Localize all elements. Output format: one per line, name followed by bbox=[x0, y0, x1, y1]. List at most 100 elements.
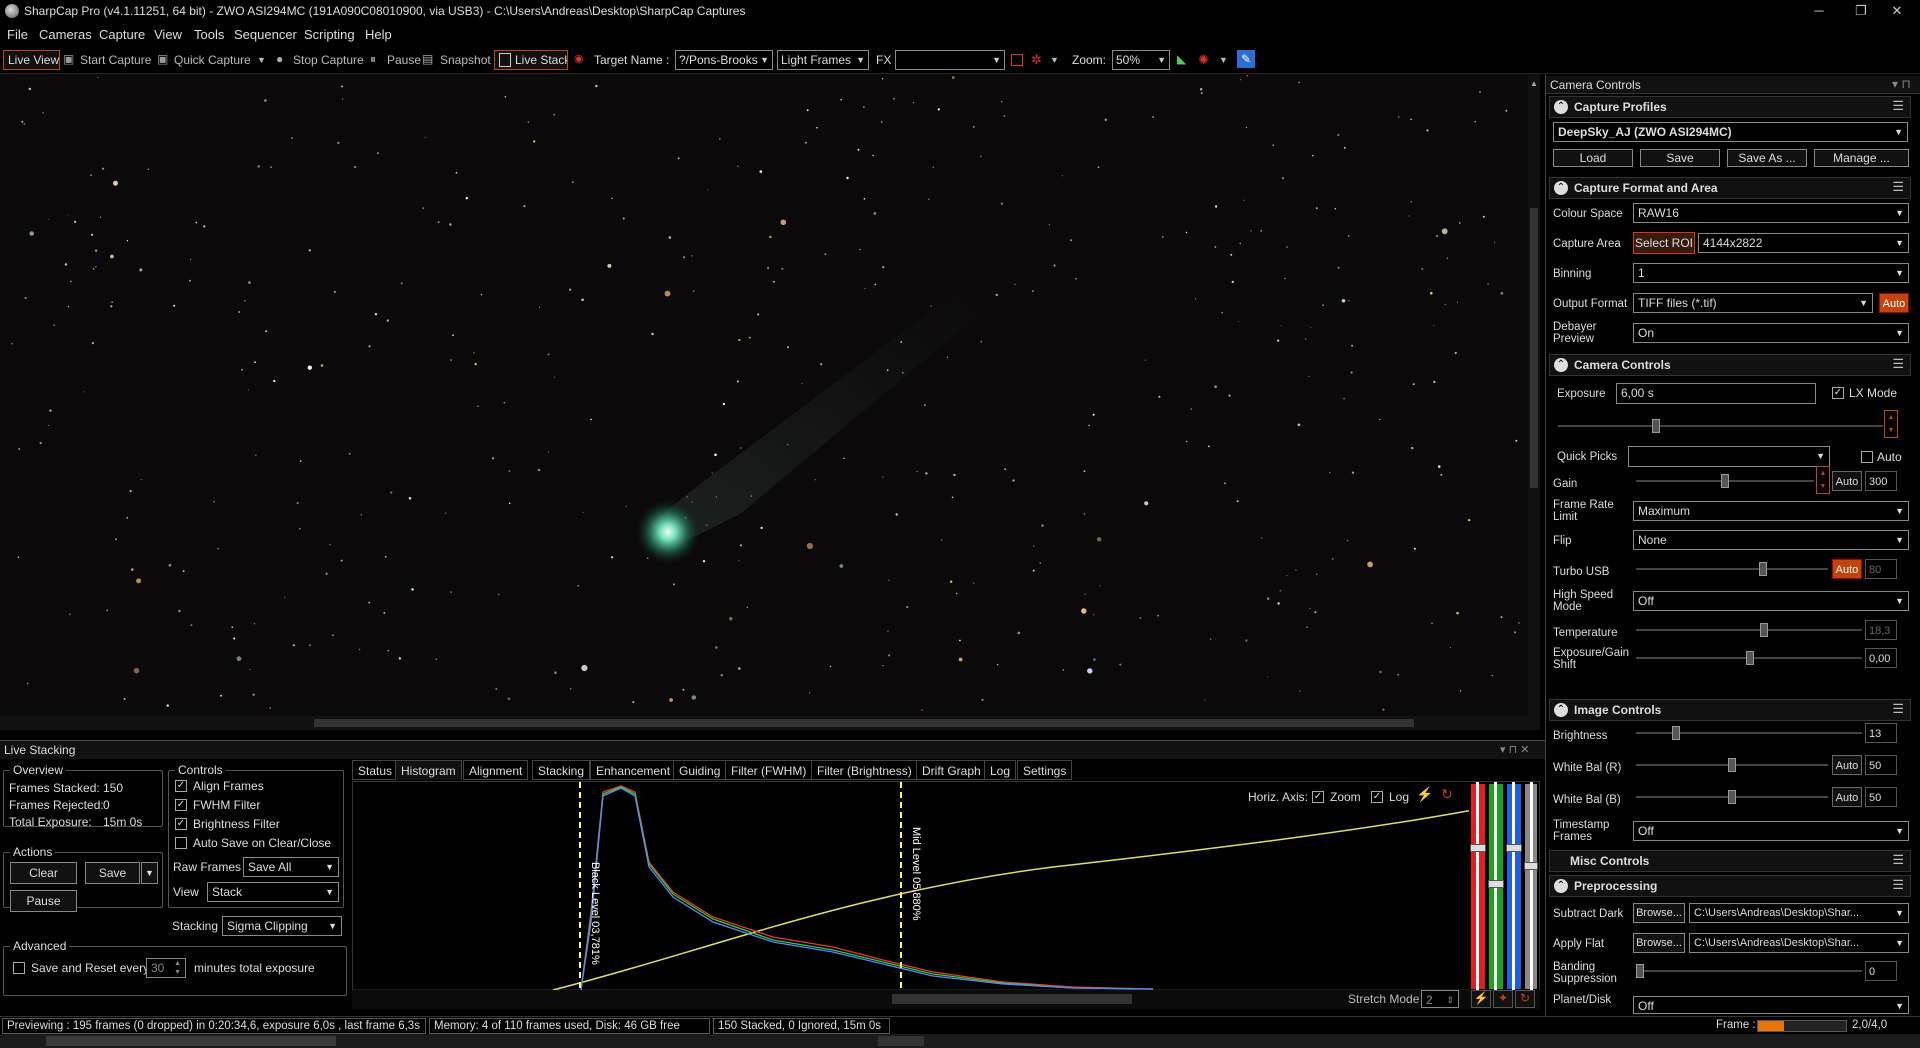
gain-stepper-icon[interactable]: ▲ ▼ bbox=[1816, 466, 1830, 494]
hamburger-menu-icon[interactable]: ☰ bbox=[1892, 852, 1904, 868]
lightning-icon[interactable]: ⚡ bbox=[1415, 786, 1435, 806]
output-format-combo[interactable]: TIFF files (*.tif) ▼ bbox=[1633, 293, 1873, 313]
scroll-up-icon[interactable]: ▲ bbox=[1530, 79, 1538, 88]
gain-slider[interactable] bbox=[1636, 474, 1814, 488]
close-button[interactable]: ✕ bbox=[1874, 0, 1920, 22]
lx-mode-checkbox[interactable]: ✓ bbox=[1832, 387, 1844, 399]
target-name-combo[interactable]: ?/Pons-Brooks ▼ bbox=[675, 50, 773, 70]
quick-capture-button[interactable]: Quick Capture bbox=[174, 51, 251, 69]
quick-capture-dropdown-icon[interactable]: ▼ bbox=[257, 51, 266, 69]
menu-file[interactable]: File bbox=[7, 27, 28, 42]
raw-frames-combo[interactable]: Save All ▼ bbox=[243, 857, 339, 877]
gain-value[interactable]: 300 bbox=[1865, 471, 1897, 491]
subtract-dark-combo[interactable]: C:\Users\Andreas\Desktop\Shar... ▼ bbox=[1689, 903, 1909, 923]
menu-help[interactable]: Help bbox=[365, 27, 392, 42]
taskbar-app-button[interactable] bbox=[46, 1036, 336, 1046]
viewer-horizontal-scrollbar[interactable] bbox=[0, 716, 1540, 730]
select-roi-button[interactable]: Select ROI bbox=[1633, 232, 1695, 254]
collapse-icon[interactable]: ⌃ bbox=[1554, 100, 1568, 114]
align-frames-checkbox[interactable]: ✓ bbox=[175, 780, 187, 792]
tab-enhancement[interactable]: Enhancement bbox=[590, 760, 677, 780]
profile-combo[interactable]: DeepSky_AJ (ZWO ASI294MC) ▼ bbox=[1553, 122, 1908, 142]
brightness-slider[interactable] bbox=[1636, 726, 1862, 740]
reset-icon[interactable]: ↻ bbox=[1437, 786, 1457, 806]
reset-stretch-icon[interactable]: ↻ bbox=[1515, 990, 1535, 1008]
banding-slider[interactable] bbox=[1636, 964, 1862, 978]
settings-dropdown-icon[interactable]: ▼ bbox=[1219, 51, 1228, 69]
flip-combo[interactable]: None ▼ bbox=[1633, 530, 1909, 550]
viewer-vertical-scrollbar[interactable]: ▲ bbox=[1528, 74, 1540, 716]
histogram-scrollbar[interactable]: Stretch Mode 2 ⇕ ⚡ ✦ ↻ bbox=[352, 990, 1540, 1009]
blue-slider-handle[interactable] bbox=[1506, 844, 1522, 852]
turbo-usb-value[interactable]: 80 bbox=[1865, 559, 1897, 579]
hamburger-menu-icon[interactable]: ☰ bbox=[1892, 701, 1904, 717]
fx-combo[interactable]: ▼ bbox=[895, 50, 1005, 70]
white-bal-r-value[interactable]: 50 bbox=[1865, 755, 1897, 775]
profile-save-button[interactable]: Save bbox=[1640, 149, 1720, 167]
profile-load-button[interactable]: Load bbox=[1553, 149, 1633, 167]
scrollbar-thumb[interactable] bbox=[314, 719, 1414, 727]
exposure-stepper-icon[interactable]: ▲ ▼ bbox=[1884, 410, 1898, 438]
log-checkbox[interactable]: ✓ bbox=[1371, 791, 1383, 803]
tab-drift-graph[interactable]: Drift Graph bbox=[916, 760, 987, 780]
menu-tools[interactable]: Tools bbox=[194, 27, 224, 42]
exposure-input[interactable]: 6,00 s bbox=[1616, 383, 1816, 404]
tab-guiding[interactable]: Guiding bbox=[673, 760, 727, 780]
minutes-stepper[interactable]: 30 ▲ ▼ bbox=[146, 958, 186, 978]
snapshot-button[interactable]: Snapshot bbox=[440, 51, 491, 69]
wrench-icon[interactable]: ✎ bbox=[1237, 50, 1255, 68]
high-speed-combo[interactable]: Off ▼ bbox=[1633, 591, 1909, 611]
tab-filter-fwhm[interactable]: Filter (FWHM) bbox=[725, 760, 813, 780]
hamburger-menu-icon[interactable]: ☰ bbox=[1892, 179, 1904, 195]
stop-capture-button[interactable]: Stop Capture bbox=[293, 51, 364, 69]
panel-pin-icon[interactable]: ▾ ⊓ ✕ bbox=[1500, 743, 1529, 756]
red-slider-handle[interactable] bbox=[1470, 844, 1486, 852]
crosshair-dropdown-icon[interactable]: ▼ bbox=[1050, 51, 1059, 69]
minimize-button[interactable]: ─ bbox=[1796, 0, 1842, 22]
colour-space-combo[interactable]: RAW16 ▼ bbox=[1633, 203, 1909, 223]
panel-pin-icon[interactable]: ▾ ⊓ bbox=[1892, 77, 1911, 91]
exp-gain-shift-value[interactable]: 0,00 bbox=[1865, 648, 1897, 668]
tab-alignment[interactable]: Alignment bbox=[463, 760, 529, 780]
taskbar-app-button[interactable] bbox=[878, 1036, 924, 1046]
apply-flat-combo[interactable]: C:\Users\Andreas\Desktop\Shar... ▼ bbox=[1689, 933, 1909, 953]
gain-auto-button[interactable]: Auto bbox=[1832, 471, 1862, 491]
output-format-auto-button[interactable]: Auto bbox=[1879, 293, 1909, 313]
star-stretch-icon[interactable]: ✦ bbox=[1493, 990, 1513, 1008]
image-viewer[interactable] bbox=[0, 74, 1540, 716]
save-reset-checkbox[interactable] bbox=[13, 962, 25, 974]
hamburger-menu-icon[interactable]: ☰ bbox=[1892, 356, 1904, 372]
collapse-icon[interactable]: ⌃ bbox=[1554, 181, 1568, 195]
apply-flat-browse-button[interactable]: Browse... bbox=[1633, 933, 1685, 953]
menu-view[interactable]: View bbox=[154, 27, 182, 42]
exposure-slider[interactable] bbox=[1558, 419, 1883, 433]
tab-histogram[interactable]: Histogram bbox=[395, 760, 462, 780]
luminance-slider-handle[interactable] bbox=[1524, 862, 1538, 870]
green-slider-handle[interactable] bbox=[1488, 880, 1504, 888]
menu-scripting[interactable]: Scripting bbox=[304, 27, 355, 42]
menu-cameras[interactable]: Cameras bbox=[39, 27, 92, 42]
hamburger-menu-icon[interactable]: ☰ bbox=[1892, 98, 1904, 114]
quick-picks-combo[interactable]: ▼ bbox=[1628, 446, 1830, 467]
frame-type-combo[interactable]: Light Frames ▼ bbox=[777, 50, 869, 70]
pause-button[interactable]: Pause bbox=[387, 51, 421, 69]
collapse-icon[interactable]: ⌃ bbox=[1554, 703, 1568, 717]
brightness-value[interactable]: 13 bbox=[1865, 723, 1897, 743]
live-view-button[interactable]: Live View bbox=[3, 50, 60, 70]
capture-area-combo[interactable]: 4144x2822 ▼ bbox=[1698, 233, 1909, 253]
planet-disk-combo[interactable]: Off ▼ bbox=[1633, 996, 1909, 1014]
capture-profiles-header[interactable]: ⌃ Capture Profiles ☰ bbox=[1549, 96, 1911, 118]
camera-controls-header[interactable]: ⌃ Camera Controls ☰ bbox=[1549, 354, 1911, 376]
quick-picks-auto-checkbox[interactable] bbox=[1861, 451, 1873, 463]
profile-save-as-button[interactable]: Save As ... bbox=[1727, 149, 1807, 167]
tab-settings[interactable]: Settings bbox=[1017, 760, 1073, 780]
start-capture-button[interactable]: Start Capture bbox=[80, 51, 151, 69]
pause-stacking-button[interactable]: Pause bbox=[10, 890, 77, 912]
collapse-icon[interactable]: ⌃ bbox=[1554, 358, 1568, 372]
tab-filter-brightness[interactable]: Filter (Brightness) bbox=[811, 760, 918, 780]
timestamp-combo[interactable]: Off ▼ bbox=[1633, 821, 1909, 841]
white-bal-b-value[interactable]: 50 bbox=[1865, 787, 1897, 807]
collapse-icon[interactable]: ⌃ bbox=[1554, 879, 1568, 893]
view-combo[interactable]: Stack ▼ bbox=[207, 882, 339, 902]
turbo-usb-auto-button[interactable]: Auto bbox=[1832, 559, 1862, 579]
